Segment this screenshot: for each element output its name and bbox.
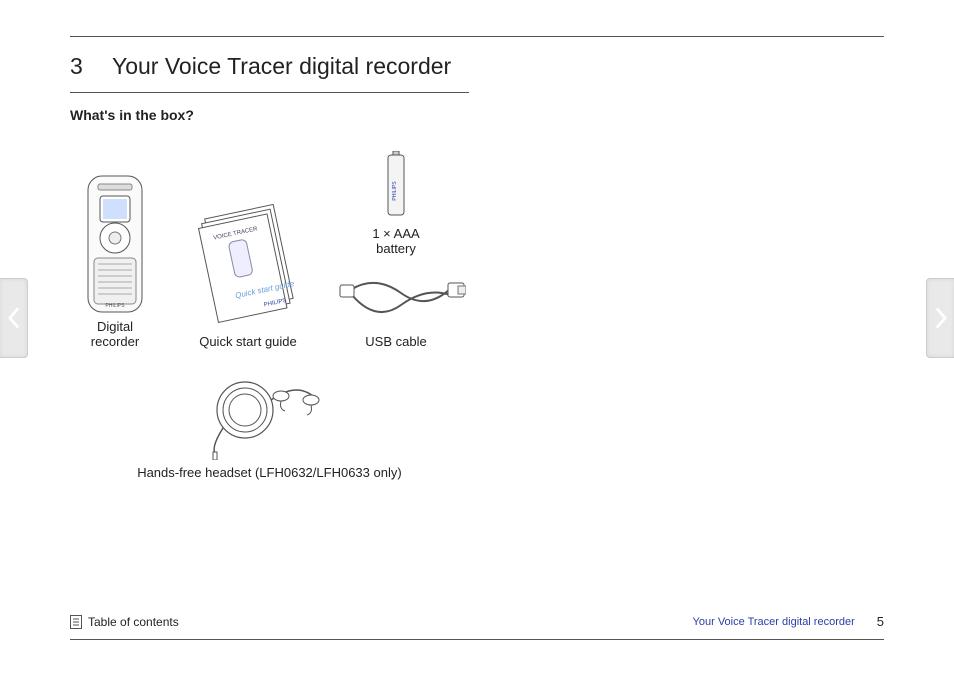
page-footer: Table of contents Your Voice Tracer digi… xyxy=(70,614,884,629)
aaa-battery-icon: PHILIPS xyxy=(384,151,408,217)
item-battery-and-usb: PHILIPS 1 × AAA battery USB cable xyxy=(336,151,456,350)
toc-link[interactable]: Table of contents xyxy=(88,615,179,629)
box-contents: PHILIPS Digital recorder VOICE TRACER Qu… xyxy=(70,151,469,482)
chevron-left-icon xyxy=(7,307,21,329)
svg-text:PHILIPS: PHILIPS xyxy=(105,303,125,309)
section-subhead: What's in the box? xyxy=(70,107,884,123)
next-page-button[interactable] xyxy=(926,278,954,358)
item-recorder: PHILIPS Digital recorder xyxy=(70,174,160,350)
toc-icon xyxy=(70,615,82,629)
digital-recorder-icon: PHILIPS xyxy=(80,174,150,314)
item-recorder-label: Digital recorder xyxy=(91,319,139,349)
item-guide: VOICE TRACER Quick start guide PHILIPS Q… xyxy=(188,199,308,350)
footer-chapter-ref: Your Voice Tracer digital recorder xyxy=(693,616,855,628)
chapter-title: Your Voice Tracer digital recorder xyxy=(112,53,451,79)
chapter-number: 3 xyxy=(70,53,106,80)
manual-page: 3 Your Voice Tracer digital recorder Wha… xyxy=(70,36,884,640)
prev-page-button[interactable] xyxy=(0,278,28,358)
item-battery-label: 1 × AAA battery xyxy=(372,227,419,257)
page-number: 5 xyxy=(877,614,884,629)
quick-start-guide-icon: VOICE TRACER Quick start guide PHILIPS xyxy=(193,199,303,329)
usb-cable-icon xyxy=(336,275,466,329)
page-title: 3 Your Voice Tracer digital recorder xyxy=(70,53,884,80)
chevron-right-icon xyxy=(934,307,948,329)
column-rule xyxy=(70,92,469,93)
svg-text:PHILIPS: PHILIPS xyxy=(392,181,398,201)
item-usb-label: USB cable xyxy=(365,335,426,350)
item-guide-label: Quick start guide xyxy=(199,334,297,349)
headset-icon xyxy=(199,370,339,460)
item-headset-label: Hands-free headset (LFH0632/LFH0633 only… xyxy=(137,466,401,481)
item-headset: Hands-free headset (LFH0632/LFH0633 only… xyxy=(137,370,401,481)
